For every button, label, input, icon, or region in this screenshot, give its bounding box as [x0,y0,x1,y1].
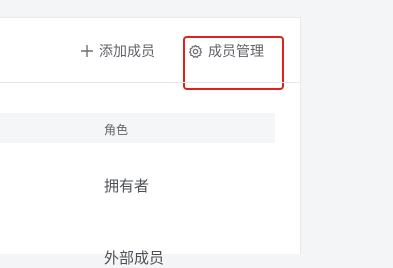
add-member-button[interactable]: 添加成员 [80,40,155,62]
table-header: 角色 [0,113,275,143]
table-cell-role: 外部成员 [104,249,165,267]
members-toolbar: 添加成员 成员管理 [0,18,301,90]
members-panel: 添加成员 成员管理 角色 拥有者 外部成员 [0,17,301,267]
column-header-role: 角色 [104,123,129,137]
add-member-label: 添加成员 [99,44,155,60]
gear-icon [188,44,203,59]
plus-icon [80,44,94,58]
toolbar-divider [0,82,301,83]
manage-members-label: 成员管理 [208,44,264,60]
manage-members-button[interactable]: 成员管理 [188,40,264,62]
table-cell-role: 拥有者 [104,177,150,195]
